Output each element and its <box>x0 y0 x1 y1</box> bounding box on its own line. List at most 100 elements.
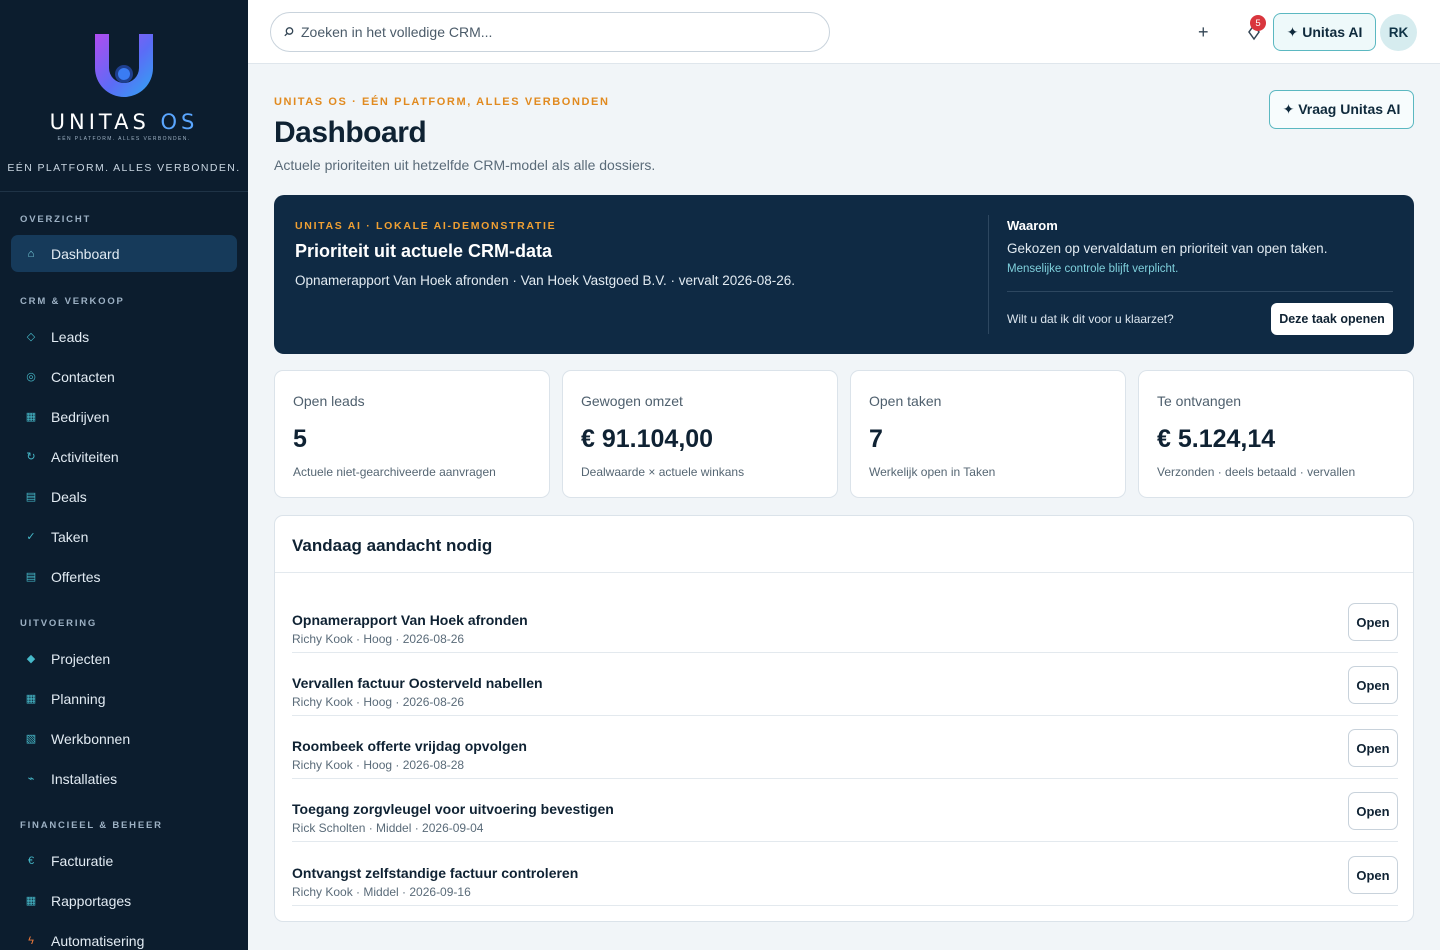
stat-card-open-leads[interactable]: Open leads 5 Actuele niet-gearchiveerde … <box>274 370 550 498</box>
task-title: Vervallen factuur Oosterveld nabellen <box>292 675 543 691</box>
stat-note: Actuele niet-gearchiveerde aanvragen <box>293 465 496 479</box>
sidebar-item-automatisering[interactable]: ϟ Automatisering <box>11 922 237 950</box>
unitas-ai-button[interactable]: ✦ Unitas AI <box>1273 13 1376 51</box>
stat-card-te-ontvangen[interactable]: Te ontvangen € 5.124,14 Verzonden · deel… <box>1138 370 1414 498</box>
logo-subtitle: EÉN PLATFORM. ALLES VERBONDEN. <box>57 136 191 142</box>
search-input[interactable] <box>301 24 801 40</box>
sidebar-item-installaties[interactable]: ⌁ Installaties <box>11 760 237 797</box>
sidebar-item-label: Deals <box>51 488 87 505</box>
ask-unitas-ai-button[interactable]: ✦ Vraag Unitas AI <box>1269 90 1414 129</box>
stat-value: € 5.124,14 <box>1157 425 1276 453</box>
task-title: Roombeek offerte vrijdag opvolgen <box>292 738 527 754</box>
euro-icon: € <box>27 854 35 867</box>
sidebar-item-activiteiten[interactable]: ↻ Activiteiten <box>11 438 237 475</box>
task-open-button[interactable]: Open <box>1348 729 1398 767</box>
sidebar-item-contacten[interactable]: ◎ Contacten <box>11 358 237 395</box>
task-row: Opnamerapport Van Hoek afronden Richy Ko… <box>292 590 1398 653</box>
quote-icon: ▤ <box>25 571 37 583</box>
task-meta: Richy Kook · Hoog · 2026-08-28 <box>292 758 465 772</box>
contact-icon: ◎ <box>26 371 36 383</box>
task-title: Toegang zorgvleugel voor uitvoering beve… <box>292 801 614 817</box>
sidebar-item-werkbonnen[interactable]: ▧ Werkbonnen <box>11 720 237 757</box>
nav-section-overzicht: OVERZICHT <box>20 214 92 225</box>
task-open-button[interactable]: Open <box>1348 603 1398 641</box>
logo-wordmark: UNITAS OS <box>49 110 199 134</box>
sidebar-item-leads[interactable]: ◇ Leads <box>11 318 237 355</box>
brand: UNITAS OS EÉN PLATFORM. ALLES VERBONDEN.… <box>0 0 248 192</box>
sidebar-item-label: Activiteiten <box>51 448 119 465</box>
task-row: Vervallen factuur Oosterveld nabellen Ri… <box>292 653 1398 716</box>
stat-card-gewogen-omzet[interactable]: Gewogen omzet € 91.104,00 Dealwaarde × a… <box>562 370 838 498</box>
attention-title: Vandaag aandacht nodig <box>292 536 493 555</box>
installation-icon: ⌁ <box>27 773 35 785</box>
sidebar-item-deals[interactable]: ▤ Deals <box>11 478 237 515</box>
ai-banner-divider <box>988 215 989 334</box>
ai-question: Wilt u dat ik dit voor u klaarzet? <box>1007 312 1174 326</box>
nav-section-crm: CRM & VERKOOP <box>20 296 125 307</box>
sidebar-item-projecten[interactable]: ◆ Projecten <box>11 640 237 677</box>
attention-divider <box>275 572 1413 573</box>
avatar[interactable]: RK <box>1380 14 1417 51</box>
sidebar-item-bedrijven[interactable]: ▦ Bedrijven <box>11 398 237 435</box>
task-open-button[interactable]: Open <box>1348 856 1398 894</box>
ai-banner-eyebrow: UNITAS AI · LOKALE AI-DEMONSTRATIE <box>295 220 557 232</box>
stat-label: Open leads <box>293 393 365 409</box>
attention-panel: Vandaag aandacht nodig Opnamerapport Van… <box>274 515 1414 922</box>
sidebar-item-taken[interactable]: ✓ Taken <box>11 518 237 555</box>
building-icon: ▦ <box>25 411 37 423</box>
task-open-button[interactable]: Open <box>1348 792 1398 830</box>
notification-badge: 5 <box>1250 15 1266 31</box>
why-text: Gekozen op vervaldatum en prioriteit van… <box>1007 241 1328 256</box>
workorder-icon: ▧ <box>25 733 37 745</box>
global-search[interactable] <box>270 12 830 52</box>
task-meta: Richy Kook · Middel · 2026-09-16 <box>292 885 471 899</box>
sidebar-item-label: Offertes <box>51 568 101 585</box>
task-row: Toegang zorgvleugel voor uitvoering beve… <box>292 779 1398 842</box>
nav-section-financieel: FINANCIEEL & BEHEER <box>20 820 163 831</box>
page-title: Dashboard <box>274 116 427 149</box>
sidebar-item-label: Taken <box>51 528 89 545</box>
why-label: Waarom <box>1007 218 1058 233</box>
sidebar-item-rapportages[interactable]: ▦ Rapportages <box>11 882 237 919</box>
stat-label: Gewogen omzet <box>581 393 683 409</box>
task-row: Roombeek offerte vrijdag opvolgen Richy … <box>292 716 1398 779</box>
stat-note: Werkelijk open in Taken <box>869 465 996 479</box>
deals-icon: ▤ <box>25 491 37 503</box>
ai-banner-title: Prioriteit uit actuele CRM-data <box>295 241 553 261</box>
sidebar: UNITAS OS EÉN PLATFORM. ALLES VERBONDEN.… <box>0 0 248 950</box>
task-title: Opnamerapport Van Hoek afronden <box>292 612 528 628</box>
task-meta: Richy Kook · Hoog · 2026-08-26 <box>292 632 465 646</box>
sidebar-item-label: Facturatie <box>51 852 114 869</box>
stat-card-open-taken[interactable]: Open taken 7 Werkelijk open in Taken <box>850 370 1126 498</box>
sidebar-item-label: Rapportages <box>51 892 132 909</box>
nav-section-uitvoering: UITVOERING <box>20 618 98 629</box>
stat-note: Verzonden · deels betaald · vervallen <box>1157 465 1356 479</box>
sidebar-item-label: Planning <box>51 690 106 707</box>
task-open-button[interactable]: Open <box>1348 666 1398 704</box>
sidebar-item-offertes[interactable]: ▤ Offertes <box>11 558 237 595</box>
page-eyebrow: UNITAS OS · EÉN PLATFORM, ALLES VERBONDE… <box>274 96 610 108</box>
sidebar-item-label: Leads <box>51 328 90 345</box>
brand-tagline: EÉN PLATFORM. ALLES VERBONDEN. <box>7 162 241 174</box>
task-meta: Rick Scholten · Middel · 2026-09-04 <box>292 821 484 835</box>
sidebar-item-dashboard[interactable]: ⌂ Dashboard <box>11 235 237 272</box>
task-meta: Richy Kook · Hoog · 2026-08-26 <box>292 695 465 709</box>
add-button[interactable]: + <box>1198 22 1209 43</box>
sidebar-item-facturatie[interactable]: € Facturatie <box>11 842 237 879</box>
stat-note: Dealwaarde × actuele winkans <box>581 465 745 479</box>
sidebar-item-label: Automatisering <box>51 932 145 949</box>
topbar: + 5 ✦ Unitas AI RK <box>248 0 1440 64</box>
sidebar-item-label: Projecten <box>51 650 111 667</box>
why-note: Menselijke controle blijft verplicht. <box>1007 263 1179 275</box>
stat-value: 5 <box>293 425 307 453</box>
home-icon: ⌂ <box>27 247 35 260</box>
sidebar-item-planning[interactable]: ▦ Planning <box>11 680 237 717</box>
task-row: Ontvangst zelfstandige factuur controler… <box>292 843 1398 906</box>
sidebar-item-label: Installaties <box>51 770 118 787</box>
sidebar-item-label: Contacten <box>51 368 115 385</box>
open-task-button[interactable]: Deze taak openen <box>1271 303 1393 335</box>
unitas-logo[interactable] <box>89 30 159 102</box>
stat-value: € 91.104,00 <box>581 425 714 453</box>
stat-label: Te ontvangen <box>1157 393 1242 409</box>
why-divider <box>1007 291 1393 292</box>
